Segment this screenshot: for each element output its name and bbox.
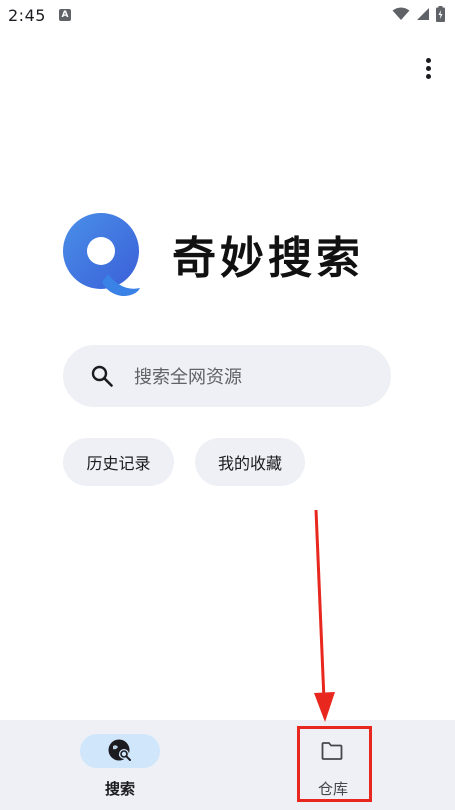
nav-item-search[interactable]: 搜索 [0,720,227,810]
search-placeholder: 搜索全网资源 [134,367,242,388]
globe-search-icon [108,739,131,761]
status-icons [392,6,445,22]
search-icon [91,365,113,387]
app-title: 奇妙搜索 [172,233,364,284]
qimiao-logo-icon [63,213,140,296]
nav-active-indicator [80,734,160,768]
menu-dot [425,65,431,71]
history-button[interactable]: 历史记录 [63,438,174,486]
status-time: 2:45 [8,6,46,25]
status-bar: 2:45 A [0,0,455,32]
menu-dot [425,57,431,63]
nav-item-warehouse[interactable]: 仓库 [228,720,455,810]
menu-dot [425,73,431,79]
a-letter-icon: A [59,9,71,21]
more-vertical-icon[interactable] [416,54,440,82]
signal-icon [417,8,429,20]
favorites-button[interactable]: 我的收藏 [195,438,305,486]
nav-label-warehouse: 仓库 [317,780,348,798]
wifi-icon [392,7,410,20]
nav-label-search: 搜索 [104,780,135,798]
battery-icon [436,6,445,22]
app-branding: 奇妙搜索 [62,212,364,296]
search-input[interactable]: 搜索全网资源 [63,345,391,407]
bottom-nav: 搜索 仓库 [0,720,455,810]
folder-icon [321,742,343,760]
